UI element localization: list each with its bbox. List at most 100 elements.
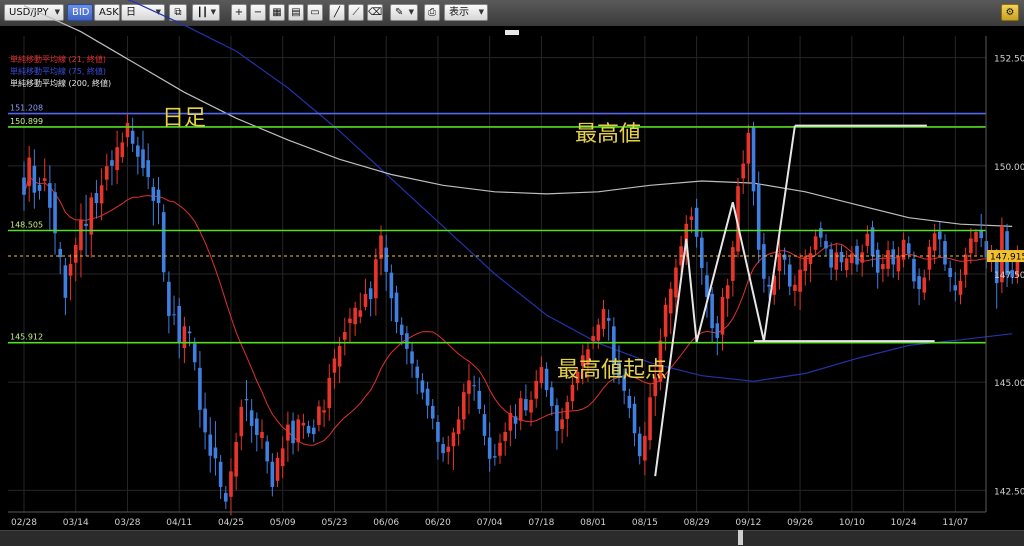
candle-body (601, 309, 606, 329)
candle-body (850, 253, 854, 264)
x-tick-label: 08/01 (580, 518, 606, 528)
candle-body (141, 149, 145, 168)
x-tick-label: 06/06 (373, 518, 399, 528)
candle-body (368, 288, 373, 300)
scrollbar-thumb[interactable] (738, 530, 743, 545)
candle-body (389, 272, 394, 299)
candle-body (187, 331, 192, 334)
candle-body (855, 245, 859, 265)
candle-body (208, 434, 213, 456)
candle-body (963, 254, 968, 275)
candle-body (493, 456, 497, 458)
candle-body (570, 384, 575, 402)
candle-body (549, 387, 554, 406)
annotation-label: 日足 (162, 106, 206, 131)
candle-body (291, 420, 295, 444)
candle-body (363, 293, 368, 307)
candle-body (513, 416, 518, 424)
candle-body (891, 249, 896, 265)
candle-body (731, 247, 735, 281)
candle-body (130, 130, 135, 144)
candle-body (461, 392, 466, 420)
candle-body (203, 408, 207, 433)
current-price-label: 147.915 (990, 253, 1024, 263)
candle-body (627, 396, 632, 409)
candle-body (27, 157, 31, 187)
candle-body (555, 405, 559, 432)
x-tick-label: 03/28 (115, 518, 141, 528)
candle-body (927, 246, 932, 270)
candle-body (932, 233, 937, 251)
x-tick-label: 07/04 (477, 518, 503, 528)
candle-body (348, 318, 352, 323)
candle-body (674, 267, 678, 298)
x-tick-label: 07/18 (528, 518, 554, 528)
level-label: 145.912 (10, 333, 43, 342)
candle-body (979, 230, 983, 239)
candle-body (534, 380, 539, 399)
candle-body (746, 132, 751, 164)
candle-body (42, 178, 47, 181)
level-label: 151.208 (10, 104, 43, 113)
x-tick-label: 03/14 (63, 518, 89, 528)
x-tick-label: 09/26 (787, 518, 813, 528)
candle-body (901, 239, 906, 260)
candle-body (301, 422, 306, 426)
candle-body (125, 122, 130, 138)
candle-body (637, 433, 642, 457)
candle-body (156, 189, 161, 204)
x-tick-label: 05/23 (321, 518, 347, 528)
chart-background (0, 26, 1024, 530)
candle-body (296, 419, 301, 443)
x-tick-label: 02/28 (11, 518, 37, 528)
candle-body (741, 163, 745, 179)
x-tick-label: 05/09 (270, 518, 296, 528)
candle-body (591, 335, 595, 342)
candle-body (410, 351, 414, 364)
candle-body (22, 177, 26, 195)
candle-body (767, 284, 771, 287)
candle-body (793, 284, 797, 291)
candle-body (436, 421, 440, 442)
y-tick-label: 152.500 (994, 55, 1024, 65)
legend-item: 単純移動平均線 (200, 終値) (10, 78, 111, 88)
chart-scrollbar[interactable] (0, 530, 1024, 546)
candle-body (32, 165, 37, 193)
x-tick-label: 06/20 (425, 518, 451, 528)
price-chart[interactable]: 151.208 150.899 148.505 145.912 147.915 日足最高… (0, 0, 1024, 545)
candle-body (456, 419, 461, 435)
candle-body (498, 442, 502, 456)
candle-body (508, 412, 513, 431)
candle-body (875, 249, 880, 273)
candle-body (451, 432, 456, 447)
candle-body (881, 264, 885, 270)
candle-body (870, 227, 875, 257)
candle-body (151, 187, 156, 201)
candle-body (906, 243, 911, 254)
candle-body (503, 431, 507, 442)
candle-body (280, 448, 285, 467)
candle-body (643, 435, 647, 461)
candle-body (974, 232, 978, 242)
candle-body (177, 306, 182, 343)
candle-body (860, 252, 864, 263)
candle-body (229, 471, 233, 497)
candle-body (668, 288, 673, 314)
candle-body (865, 233, 870, 246)
candle-body (529, 399, 533, 413)
candle-body (405, 333, 409, 349)
pane-handle[interactable] (505, 30, 519, 35)
candle-body (596, 324, 601, 341)
candle-body (446, 446, 451, 452)
x-tick-label: 09/12 (735, 518, 761, 528)
candle-body (606, 318, 611, 321)
candle-body (560, 419, 564, 429)
x-tick-label: 08/15 (632, 518, 658, 528)
candle-body (48, 183, 52, 208)
candle-body (415, 366, 420, 378)
candle-body (317, 406, 321, 426)
candle-body (68, 264, 73, 276)
candle-body (787, 264, 792, 287)
candle-body (234, 441, 238, 477)
candle-body (394, 292, 399, 323)
